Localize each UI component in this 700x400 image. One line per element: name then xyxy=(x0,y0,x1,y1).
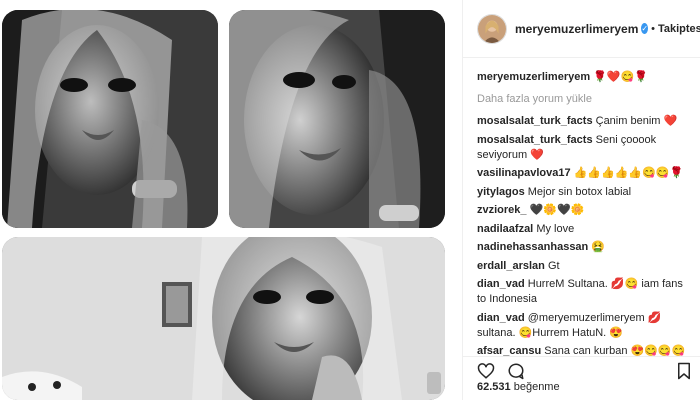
avatar-image xyxy=(478,14,506,43)
comment-item: erdall_arslan Gt xyxy=(477,259,688,274)
avatar[interactable] xyxy=(477,13,507,44)
post-caption: meryemuzerlimeryem 🌹❤️😋🌹 xyxy=(477,70,688,85)
comment-item: dian_vad @meryemuzerlimeryem 💋 sultana. … xyxy=(477,311,688,341)
comment-text: 🤮 xyxy=(591,241,606,253)
comment-text: My love xyxy=(536,222,575,235)
comment-username[interactable]: nadinehassanhassan xyxy=(477,241,588,253)
header-separator: • xyxy=(651,22,655,35)
comment-text: 👍👍👍👍👍😋😋🌹 xyxy=(573,167,684,179)
comments-panel: meryemuzerlimeryem ✓ • Takiptesin meryem… xyxy=(462,0,700,400)
comment-item: yitylagos Mejor sin botox labial xyxy=(477,185,688,200)
likes-number: 62.531 xyxy=(477,381,511,393)
portrait-photo-image xyxy=(2,10,218,228)
comment-username[interactable]: nadilaafzal xyxy=(477,223,533,235)
caption-username[interactable]: meryemuzerlimeryem xyxy=(477,71,590,83)
likes-label: beğenme xyxy=(513,381,560,393)
comment-icon[interactable] xyxy=(507,362,525,380)
likes-count[interactable]: 62.531 beğenme xyxy=(477,381,560,393)
comment-username[interactable]: zvziorek_ xyxy=(477,204,527,216)
verified-badge-icon: ✓ xyxy=(641,23,649,34)
comment-item: zvziorek_ 🖤🌼🖤🌼 xyxy=(477,203,688,218)
post-photo-1[interactable] xyxy=(2,10,218,228)
comment-username[interactable]: yitylagos xyxy=(477,186,525,198)
following-button[interactable]: Takiptesin xyxy=(658,23,700,35)
comment-text: Mejor sin botox labial xyxy=(527,185,632,198)
comment-item: mosalsalat_turk_facts Seni çooook seviyo… xyxy=(477,133,688,163)
load-more-comments-link[interactable]: Daha fazla yorum yükle xyxy=(477,93,688,105)
comments-list: meryemuzerlimeryem 🌹❤️😋🌹 Daha fazla yoru… xyxy=(463,58,700,359)
action-bar xyxy=(463,356,700,380)
comment-username[interactable]: mosalsalat_turk_facts xyxy=(477,134,593,146)
header-username[interactable]: meryemuzerlimeryem xyxy=(515,22,638,36)
comment-text: Çanim benim ❤️ xyxy=(595,115,678,127)
comment-text: Gt xyxy=(547,259,560,272)
post-header: meryemuzerlimeryem ✓ • Takiptesin xyxy=(463,0,700,58)
comment-item: vasilinapavlova17 👍👍👍👍👍😋😋🌹 xyxy=(477,166,688,181)
portrait-photo-image xyxy=(2,237,445,400)
caption-text: 🌹❤️😋🌹 xyxy=(593,71,648,83)
comment-username[interactable]: mosalsalat_turk_facts xyxy=(477,115,593,127)
comment-item: nadinehassanhassan 🤮 xyxy=(477,240,688,255)
comment-username[interactable]: erdall_arslan xyxy=(477,260,545,272)
comment-item: nadilaafzal My love xyxy=(477,222,688,237)
post-photo-2[interactable] xyxy=(229,10,445,228)
comment-username[interactable]: vasilinapavlova17 xyxy=(477,167,571,179)
post-photo-3[interactable] xyxy=(2,237,445,400)
bookmark-icon[interactable] xyxy=(675,362,693,380)
comment-text: 🖤🌼🖤🌼 xyxy=(529,204,585,216)
portrait-photo-image xyxy=(229,10,445,228)
comment-item: mosalsalat_turk_facts Çanim benim ❤️ xyxy=(477,114,688,129)
photo-collage xyxy=(0,0,460,400)
comment-item: dian_vad HurreM Sultana. 💋😋 iam fans to … xyxy=(477,277,688,307)
heart-icon[interactable] xyxy=(477,362,495,380)
comment-username[interactable]: dian_vad xyxy=(477,312,525,324)
comment-username[interactable]: dian_vad xyxy=(477,278,525,290)
